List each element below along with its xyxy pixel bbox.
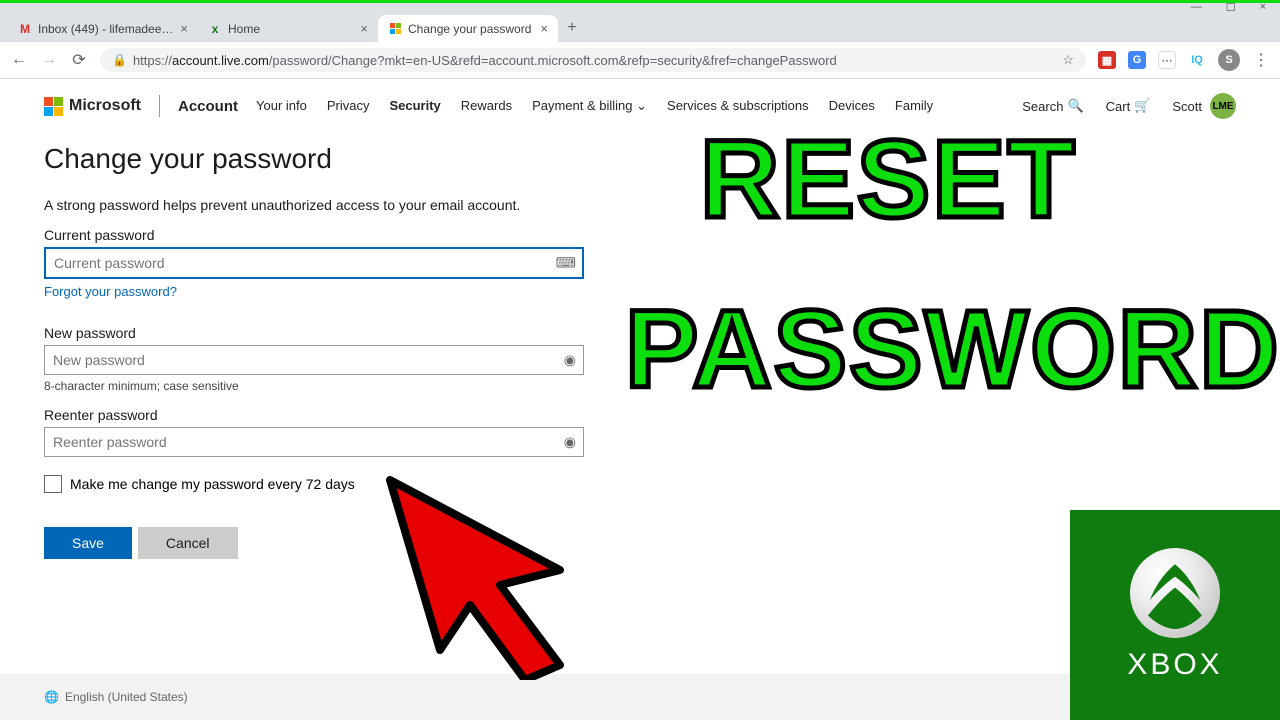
microsoft-logo[interactable]: Microsoft xyxy=(44,97,141,116)
new-tab-button[interactable]: + xyxy=(558,14,586,42)
xbox-icon: x xyxy=(208,22,222,36)
page-title: Change your password xyxy=(44,143,596,175)
extension-icon[interactable]: ▦ xyxy=(1098,51,1116,69)
nav-your-info[interactable]: Your info xyxy=(256,98,307,114)
nav-family[interactable]: Family xyxy=(895,98,933,114)
nav-security[interactable]: Security xyxy=(389,98,440,114)
tab-home[interactable]: x Home × xyxy=(198,15,378,42)
nav-links: Your info Privacy Security Rewards Payme… xyxy=(256,98,933,114)
extension-icon[interactable]: ⋯ xyxy=(1158,51,1176,69)
extension-icon[interactable]: G xyxy=(1128,51,1146,69)
close-icon[interactable]: × xyxy=(540,21,548,36)
forgot-password-link[interactable]: Forgot your password? xyxy=(44,284,177,299)
gmail-icon: M xyxy=(18,22,32,36)
overlay-password-text: PASSWORD xyxy=(625,300,1280,399)
tab-title: Change your password xyxy=(408,22,534,36)
helper-text: A strong password helps prevent unauthor… xyxy=(44,197,596,213)
xbox-badge: XBOX xyxy=(1070,510,1280,720)
url-text: https://account.live.com/password/Change… xyxy=(133,53,1056,68)
save-button[interactable]: Save xyxy=(44,527,132,559)
arrow-overlay-icon xyxy=(360,450,590,680)
brand-text: Microsoft xyxy=(69,97,141,115)
user-avatar-icon: LME xyxy=(1210,93,1236,119)
divider xyxy=(159,95,160,117)
lock-icon: 🔒 xyxy=(112,53,127,67)
overlay-reset-text: RESET xyxy=(700,130,1077,229)
omnibar: ← → ⟳ 🔒 https://account.live.com/passwor… xyxy=(0,42,1280,79)
back-button[interactable]: ← xyxy=(10,51,28,69)
tab-strip: M Inbox (449) - lifemadeeasy10@g × x Hom… xyxy=(0,12,1280,42)
change-every-72-checkbox[interactable] xyxy=(44,475,62,493)
reenter-password-label: Reenter password xyxy=(44,407,596,423)
profile-avatar[interactable]: S xyxy=(1218,49,1240,71)
new-password-label: New password xyxy=(44,325,596,341)
microsoft-icon xyxy=(44,97,63,116)
extension-iq-icon[interactable]: IQ xyxy=(1188,51,1206,69)
nav-privacy[interactable]: Privacy xyxy=(327,98,370,114)
reload-button[interactable]: ⟳ xyxy=(70,51,88,69)
site-header: Microsoft Account Your info Privacy Secu… xyxy=(0,79,1280,133)
close-icon[interactable]: × xyxy=(180,21,188,36)
microsoft-icon xyxy=(388,22,402,36)
current-password-input[interactable] xyxy=(44,247,584,279)
current-password-label: Current password xyxy=(44,227,596,243)
cart-icon: 🛒 xyxy=(1134,98,1150,114)
star-icon[interactable]: ☆ xyxy=(1062,52,1074,68)
xbox-text: XBOX xyxy=(1127,648,1222,682)
forward-button[interactable]: → xyxy=(40,51,58,69)
language-selector[interactable]: 🌐 English (United States) xyxy=(44,690,188,704)
browser-chrome: — ☐ × M Inbox (449) - lifemadeeasy10@g ×… xyxy=(0,0,1280,42)
search-icon: 🔍 xyxy=(1067,98,1083,114)
menu-icon[interactable]: ⋮ xyxy=(1252,51,1270,69)
checkbox-label: Make me change my password every 72 days xyxy=(70,476,355,492)
user-name: Scott xyxy=(1172,99,1202,114)
password-hint: 8-character minimum; case sensitive xyxy=(44,379,596,393)
address-bar[interactable]: 🔒 https://account.live.com/password/Chan… xyxy=(100,48,1086,72)
search-button[interactable]: Search 🔍 xyxy=(1022,98,1083,114)
nav-devices[interactable]: Devices xyxy=(829,98,875,114)
nav-rewards[interactable]: Rewards xyxy=(461,98,512,114)
tab-title: Home xyxy=(228,22,354,36)
globe-icon: 🌐 xyxy=(44,690,59,704)
close-icon[interactable]: × xyxy=(360,21,368,36)
new-password-input[interactable] xyxy=(44,345,584,375)
nav-services[interactable]: Services & subscriptions xyxy=(667,98,809,114)
tab-inbox[interactable]: M Inbox (449) - lifemadeeasy10@g × xyxy=(8,15,198,42)
tab-title: Inbox (449) - lifemadeeasy10@g xyxy=(38,22,174,36)
account-label[interactable]: Account xyxy=(178,98,238,115)
cancel-button[interactable]: Cancel xyxy=(138,527,238,559)
nav-payment[interactable]: Payment & billing ⌄ xyxy=(532,98,647,114)
tab-change-password[interactable]: Change your password × xyxy=(378,15,558,42)
user-menu[interactable]: Scott LME xyxy=(1172,93,1236,119)
xbox-sphere-icon xyxy=(1130,548,1220,638)
cart-button[interactable]: Cart 🛒 xyxy=(1106,98,1151,114)
